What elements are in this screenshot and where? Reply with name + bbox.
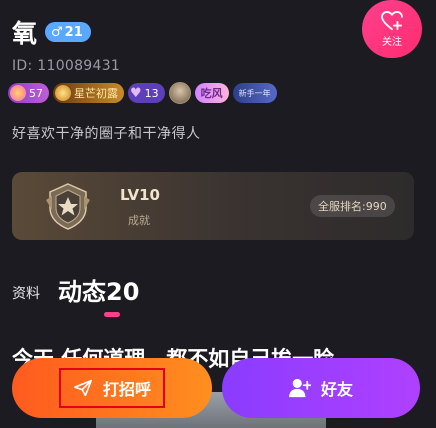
level-badge[interactable]: 57 bbox=[8, 83, 49, 103]
profile-name: 氧 bbox=[12, 19, 38, 48]
chi-badge[interactable]: 吃风 bbox=[194, 83, 229, 103]
add-user-icon bbox=[289, 378, 311, 398]
level-orb-icon bbox=[10, 85, 26, 101]
medal-icon[interactable] bbox=[168, 82, 191, 104]
greet-highlight-box: 打招呼 bbox=[58, 368, 165, 408]
badge-row: 57 星芒初露 ♥ 13 吃风 新手一年 bbox=[8, 82, 277, 104]
greet-button[interactable]: 打招呼 bbox=[12, 358, 212, 418]
male-icon: ♂ bbox=[51, 24, 63, 40]
tab-moments[interactable]: 动态20 bbox=[58, 272, 139, 307]
heart-count: 13 bbox=[144, 86, 159, 100]
greet-label: 打招呼 bbox=[102, 380, 151, 399]
achievement-card[interactable]: LV10 成就 全服排名:990 bbox=[12, 172, 414, 240]
user-id: ID: 110089431 bbox=[12, 58, 121, 74]
heart-badge[interactable]: ♥ 13 bbox=[128, 83, 165, 103]
achievement-rank: 全服排名:990 bbox=[310, 195, 395, 217]
send-icon bbox=[73, 379, 92, 397]
level-value: 57 bbox=[29, 86, 43, 100]
active-tab-indicator bbox=[104, 312, 120, 317]
profile-header: 氧 ♂ 21 bbox=[12, 14, 91, 50]
achievement-subtitle: 成就 bbox=[128, 214, 150, 227]
chi-badge-label: 吃风 bbox=[200, 87, 223, 100]
add-friend-button[interactable]: 好友 bbox=[222, 358, 420, 418]
star-badge-label: 星芒初露 bbox=[74, 87, 118, 100]
gender-age-badge: ♂ 21 bbox=[45, 22, 91, 42]
purple-heart-icon: ♥ bbox=[130, 85, 142, 101]
achievement-level: LV10 bbox=[120, 186, 160, 204]
novice-badge[interactable]: 新手一年 bbox=[232, 83, 277, 103]
age-value: 21 bbox=[64, 24, 83, 40]
heart-plus-icon bbox=[381, 10, 403, 30]
star-badge[interactable]: 星芒初露 bbox=[53, 83, 124, 103]
achievement-emblem-icon bbox=[46, 183, 90, 230]
crown-icon bbox=[55, 85, 71, 101]
novice-badge-label: 新手一年 bbox=[238, 88, 271, 98]
friend-label: 好友 bbox=[320, 380, 353, 399]
follow-label: 关注 bbox=[382, 36, 402, 48]
profile-bio: 好喜欢干净的圈子和干净得人 bbox=[12, 126, 201, 142]
follow-button[interactable]: 关注 bbox=[362, 0, 422, 58]
tab-info[interactable]: 资料 bbox=[12, 283, 40, 307]
profile-tabs: 资料 动态20 bbox=[12, 272, 139, 307]
